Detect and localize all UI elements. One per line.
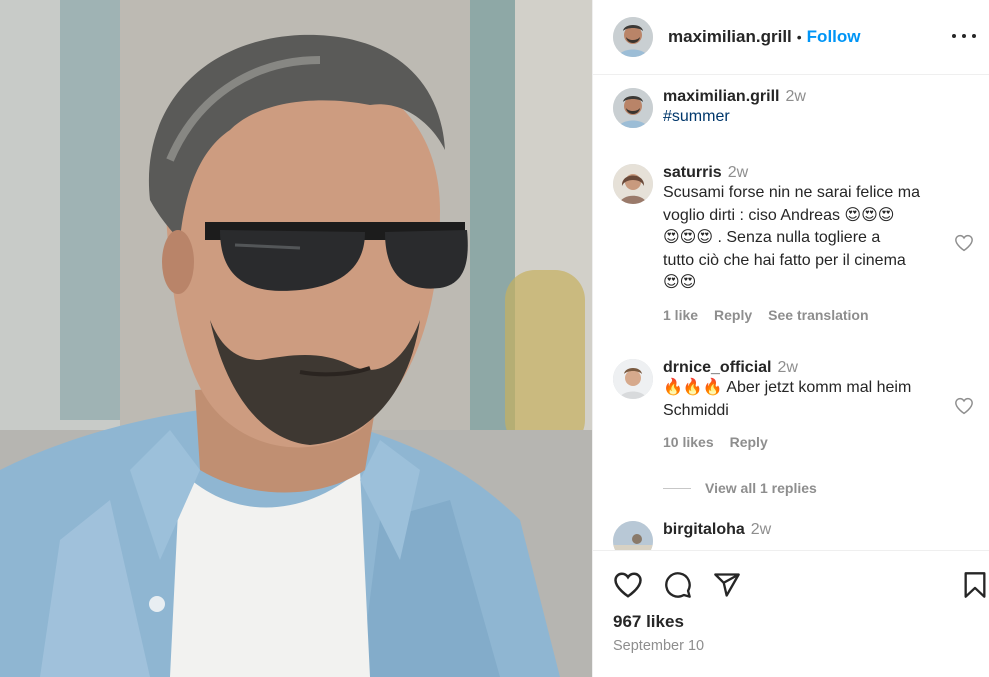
- comment-line: voglio dirti : ciso Andreas 😍😍😍: [663, 206, 895, 224]
- follow-button[interactable]: Follow: [807, 27, 861, 47]
- post-date: September 10: [613, 638, 705, 654]
- post-actions: 967 likes September 10: [593, 550, 989, 677]
- comment-likes[interactable]: 10 likes: [663, 434, 714, 450]
- comment-item: birgitaloha 2w: [613, 521, 948, 550]
- comment-heart-icon[interactable]: [954, 397, 974, 415]
- comment-line: Scusami forse nin ne sarai felice ma: [663, 184, 920, 201]
- view-replies-label: View all 1 replies: [705, 480, 817, 496]
- comment-item: saturris 2w Scusami forse nin ne sarai fe…: [613, 164, 948, 323]
- reply-button[interactable]: Reply: [730, 434, 768, 450]
- comment-line: 😍😍: [663, 274, 697, 291]
- comment-time: 2w: [750, 521, 772, 538]
- likes-count[interactable]: 967 likes: [613, 612, 684, 632]
- commenter-avatar[interactable]: [613, 521, 653, 550]
- view-replies-button[interactable]: View all 1 replies: [663, 480, 817, 496]
- comment-time: 2w: [777, 359, 798, 376]
- comment-meta: 10 likes Reply: [663, 434, 948, 450]
- commenter-avatar[interactable]: [613, 359, 653, 399]
- author-username[interactable]: maximilian.grill: [668, 27, 792, 47]
- bookmark-icon[interactable]: [962, 571, 988, 599]
- comment-meta: 1 like Reply See translation: [663, 307, 948, 323]
- comment-line: tutto ciò che hai fatto per il cinema: [663, 251, 906, 269]
- reply-button[interactable]: Reply: [714, 307, 752, 323]
- comment-likes[interactable]: 1 like: [663, 307, 698, 323]
- caption: maximilian.grill 2w #summer: [613, 88, 948, 128]
- comments-list[interactable]: maximilian.grill 2w #summer saturris 2w Sc…: [593, 76, 989, 550]
- commenter-avatar[interactable]: [613, 164, 653, 204]
- post-sidebar: maximilian.grill • Follow maximilian.gri…: [592, 0, 989, 677]
- author-avatar[interactable]: [613, 17, 653, 57]
- comment-icon[interactable]: [664, 571, 692, 599]
- comment-line: 🔥🔥🔥 Aber jetzt komm mal heim: [663, 379, 912, 396]
- see-translation-button[interactable]: See translation: [768, 307, 868, 323]
- comment-username[interactable]: birgitaloha: [663, 521, 745, 538]
- comment-username[interactable]: saturris: [663, 164, 722, 181]
- comment-item: drnice_official 2w 🔥🔥🔥 Aber jetzt komm ma…: [613, 359, 948, 450]
- more-options-icon[interactable]: [952, 26, 976, 46]
- post-header: maximilian.grill • Follow: [593, 0, 989, 75]
- paper-plane-icon[interactable]: [713, 571, 741, 599]
- author-avatar[interactable]: [613, 88, 653, 128]
- caption-time: 2w: [785, 88, 806, 105]
- heart-icon[interactable]: [613, 571, 643, 599]
- comment-text: Scusami forse nin ne sarai felice ma vog…: [663, 182, 948, 295]
- post-image: [0, 0, 592, 677]
- comment-time: 2w: [727, 164, 749, 181]
- comment-username[interactable]: drnice_official: [663, 359, 771, 376]
- comment-line: Schmiddi: [663, 401, 729, 419]
- comment-line: 😍😍😍 . Senza nulla togliere a: [663, 229, 881, 246]
- replies-divider: [663, 487, 691, 489]
- post-photo[interactable]: [0, 0, 592, 677]
- comment-heart-icon[interactable]: [954, 234, 974, 252]
- caption-username[interactable]: maximilian.grill: [663, 88, 779, 105]
- separator-dot: •: [796, 29, 802, 45]
- caption-hashtag[interactable]: #summer: [663, 106, 948, 128]
- comment-text: 🔥🔥🔥 Aber jetzt komm mal heim Schmiddi: [663, 377, 948, 422]
